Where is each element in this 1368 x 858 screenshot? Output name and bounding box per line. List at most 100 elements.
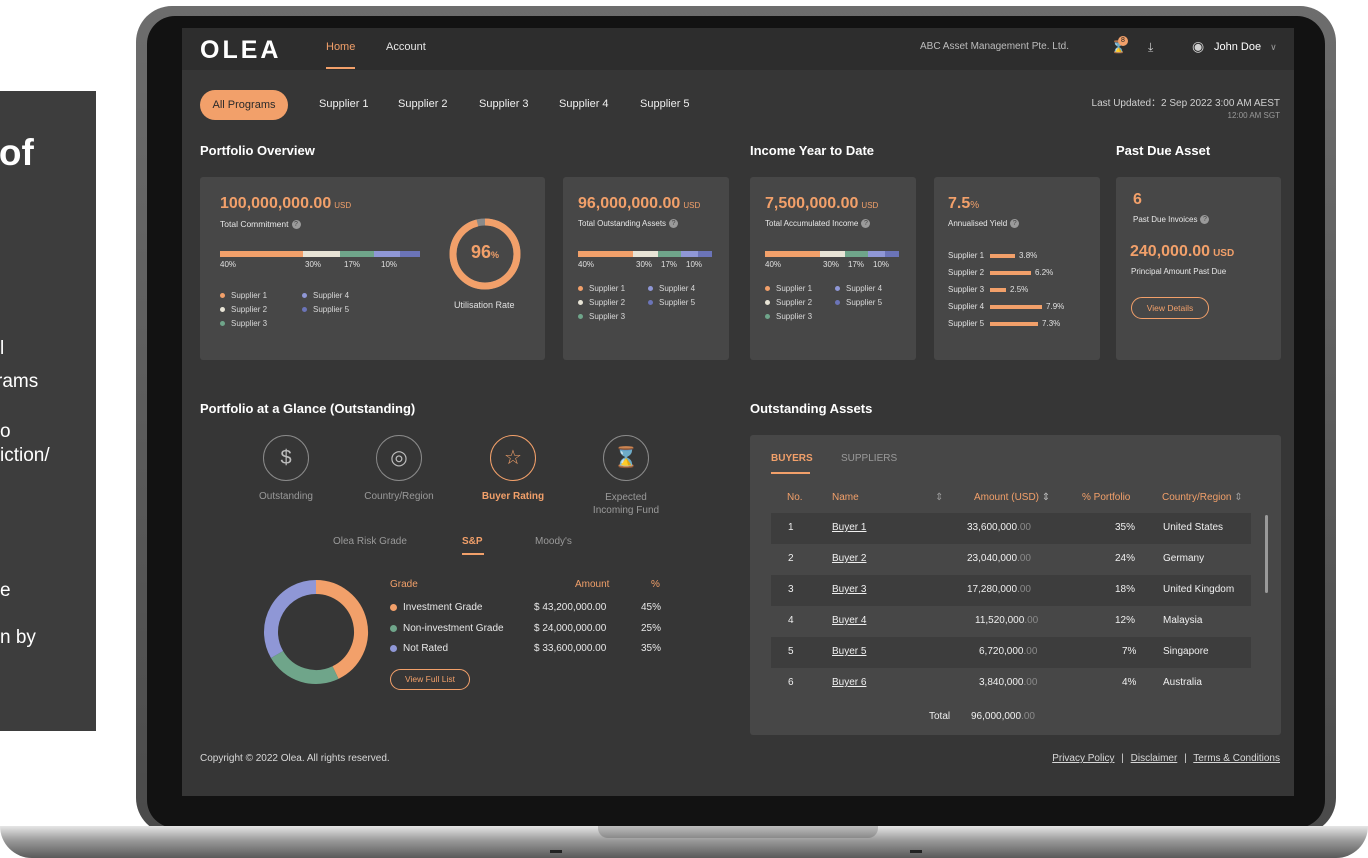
nav-home[interactable]: Home [326,41,355,53]
glance-buyer-rating-label[interactable]: Buyer Rating [463,491,563,502]
yield-row: Supplier 2 6.2% [948,268,1054,277]
tab-moodys[interactable]: Moody's [535,536,572,547]
help-icon[interactable]: ? [669,219,679,229]
row-no: 3 [788,584,794,595]
tab-supplier-5[interactable]: Supplier 5 [640,98,690,110]
panel-heading-line1: s of [0,132,34,173]
olea-logo[interactable]: OLEA [200,36,281,65]
row-country: Singapore [1163,646,1209,657]
dollar-icon[interactable]: $ [263,435,309,481]
view-details-button[interactable]: View Details [1131,297,1209,319]
income-ytd-title: Income Year to Date [750,143,875,158]
star-icon[interactable]: ☆ [490,435,536,481]
help-icon[interactable]: ? [861,219,871,229]
hourglass-icon[interactable]: ⌛ [603,435,649,481]
organisation-name: ABC Asset Management Pte. Ltd. [920,41,1069,52]
nav-active-indicator [326,67,355,69]
dashboard-screen: OLEA Home Account ABC Asset Management P… [182,28,1294,796]
portfolio-overview-title: Portfolio Overview [200,143,315,158]
annualised-yield-value: 7.5% [948,195,980,212]
terms-link[interactable]: Terms & Conditions [1193,753,1280,764]
row-country: United Kingdom [1163,584,1235,595]
past-due-invoices-label: Past Due Invoices? [1133,215,1210,225]
grade-amount: $ 24,000,000.00 [534,623,607,634]
total-outstanding-value: 96,000,000.00 USD [578,195,701,212]
tab-all-programs[interactable]: All Programs [200,90,288,120]
buyer-link[interactable]: Buyer 5 [832,646,866,657]
tab-sp[interactable]: S&P [462,536,483,547]
past-due-amount-label: Principal Amount Past Due [1131,267,1227,276]
row-country: Germany [1163,553,1205,564]
split-pct: 17% [661,260,678,269]
table-scrollbar[interactable] [1265,515,1268,593]
row-pct: 24% [1115,553,1136,564]
split-pct: 17% [848,260,865,269]
user-menu[interactable]: John Doe ∨ [1214,41,1277,53]
download-icon[interactable]: ⤓ [1148,40,1153,55]
table-row[interactable]: 1 Buyer 1 33,600,000.00 35% United State… [771,513,1251,544]
panel-text-line: rams [0,371,39,392]
supplier-legend: Supplier 4 Supplier 5 [835,282,882,310]
table-row[interactable]: 4 Buyer 4 11,520,000.00 12% Malaysia [771,606,1251,637]
col-amount[interactable]: Amount (USD) ⇕ [974,492,1050,503]
buyer-link[interactable]: Buyer 2 [832,553,866,564]
tab-olea-risk-grade[interactable]: Olea Risk Grade [333,536,407,547]
grade-donut-chart [264,580,368,684]
tab-supplier-1[interactable]: Supplier 1 [319,98,369,110]
table-row[interactable]: 5 Buyer 5 6,720,000.00 7% Singapore [771,637,1251,668]
annualised-yield-card: 7.5% Annualised Yield? Supplier 1 3.8% Su… [934,177,1100,360]
table-row[interactable]: 2 Buyer 2 23,040,000.00 24% Germany [771,544,1251,575]
buyer-link[interactable]: Buyer 3 [832,584,866,595]
row-country: Australia [1163,677,1202,688]
view-full-list-button[interactable]: View Full List [390,669,470,690]
tab-supplier-2[interactable]: Supplier 2 [398,98,448,110]
help-icon[interactable]: ? [1010,219,1020,229]
split-pct: 10% [381,260,398,269]
table-row[interactable]: 3 Buyer 3 17,280,000.00 18% United Kingd… [771,575,1251,606]
grade-row: Not Rated [390,643,448,654]
tab-buyers[interactable]: BUYERS [771,453,813,464]
amount-header: Amount [575,579,610,590]
last-updated-sgt: 12:00 AM SGT [1227,111,1280,120]
grade-pct: 25% [641,623,662,634]
past-due-title: Past Due Asset [1116,143,1211,158]
table-row[interactable]: 6 Buyer 6 3,840,000.00 4% Australia [771,668,1251,699]
chevron-down-icon: ∨ [1270,42,1277,52]
tab-suppliers[interactable]: SUPPLIERS [841,453,897,464]
split-pct: 17% [344,260,361,269]
privacy-policy-link[interactable]: Privacy Policy [1052,753,1114,764]
past-due-amount-value: 240,000.00 USD [1130,243,1235,260]
sort-icon[interactable]: ⇕ [935,492,943,503]
utilisation-label: Utilisation Rate [454,300,515,310]
buyer-link[interactable]: Buyer 6 [832,677,866,688]
tab-supplier-4[interactable]: Supplier 4 [559,98,609,110]
tab-supplier-3[interactable]: Supplier 3 [479,98,529,110]
split-pct: 40% [765,260,782,269]
help-icon[interactable]: ? [1200,215,1210,225]
glance-country-label[interactable]: Country/Region [349,491,449,502]
split-pct: 40% [578,260,595,269]
col-no: No. [787,492,803,503]
row-amount: 33,600,000.00 [967,522,1031,533]
grade-pct: 45% [641,602,662,613]
globe-icon[interactable]: ◎ [376,435,422,481]
glance-outstanding-label[interactable]: Outstanding [236,491,336,502]
laptop-foot [550,850,562,853]
buyer-link[interactable]: Buyer 1 [832,522,866,533]
col-portfolio[interactable]: % Portfolio [1082,492,1130,503]
user-avatar-icon[interactable]: ◉ [1192,38,1204,55]
glance-incoming-fund-label[interactable]: Expected Incoming Fund [591,491,661,517]
table-tab-indicator [771,472,810,474]
portfolio-glance-title: Portfolio at a Glance (Outstanding) [200,401,416,416]
nav-account[interactable]: Account [386,41,426,53]
col-name[interactable]: Name [832,492,859,503]
col-country[interactable]: Country/Region ⇕ [1162,492,1243,503]
help-icon[interactable]: ? [291,220,301,230]
panel-text-line: o [0,421,11,442]
yield-row: Supplier 3 2.5% [948,285,1029,294]
past-due-card: 6 Past Due Invoices? 240,000.00 USD Princ… [1116,177,1281,360]
buyer-link[interactable]: Buyer 4 [832,615,866,626]
total-outstanding-card: 96,000,000.00 USD Total Outstanding Asset… [563,177,729,360]
total-outstanding-label: Total Outstanding Assets? [578,219,679,229]
disclaimer-link[interactable]: Disclaimer [1131,753,1178,764]
